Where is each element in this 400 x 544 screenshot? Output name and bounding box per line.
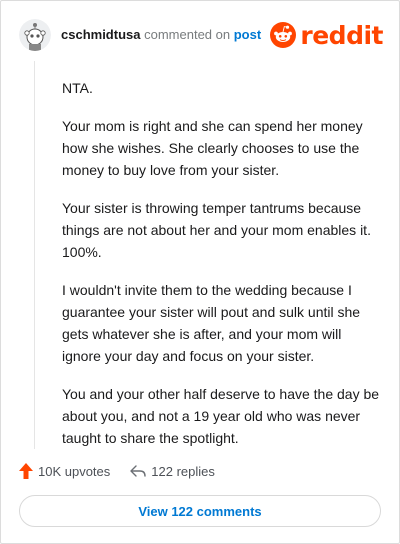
comment-paragraph: NTA. bbox=[62, 80, 93, 96]
view-comments-button[interactable]: View 122 comments bbox=[19, 495, 381, 527]
reddit-logo-icon bbox=[270, 22, 297, 48]
upvotes-stat[interactable]: 10K upvotes bbox=[19, 463, 110, 479]
comment-meta: cschmidtusa commented on post bbox=[61, 27, 261, 42]
reddit-wordmark: reddit bbox=[300, 20, 383, 50]
user-avatar[interactable] bbox=[19, 19, 51, 51]
upvotes-count: 10K upvotes bbox=[38, 463, 111, 479]
comment-body: NTA. Your mom is right and she can spend… bbox=[62, 77, 380, 465]
reddit-brand[interactable]: reddit bbox=[270, 19, 383, 51]
username-link[interactable]: cschmidtusa bbox=[61, 27, 140, 42]
upvote-arrow-icon bbox=[19, 463, 33, 479]
action-text: commented on bbox=[144, 27, 231, 42]
comment-card: cschmidtusa commented on post reddit NTA… bbox=[0, 0, 400, 544]
thread-line bbox=[34, 61, 35, 449]
comment-paragraph: Your mom is right and she can spend her … bbox=[62, 118, 363, 178]
comment-header: cschmidtusa commented on post reddit bbox=[19, 19, 383, 51]
snoo-avatar-icon bbox=[19, 19, 51, 51]
reply-arrow-icon bbox=[130, 464, 146, 478]
replies-count: 122 replies bbox=[151, 463, 215, 479]
post-link[interactable]: post bbox=[234, 27, 261, 42]
comment-paragraph: I wouldn't invite them to the wedding be… bbox=[62, 282, 361, 364]
comment-stats: 10K upvotes 122 replies bbox=[19, 461, 215, 481]
replies-stat[interactable]: 122 replies bbox=[130, 464, 215, 479]
comment-paragraph: You and your other half deserve to have … bbox=[62, 386, 380, 446]
comment-paragraph: Your sister is throwing temper tantrums … bbox=[62, 200, 371, 260]
